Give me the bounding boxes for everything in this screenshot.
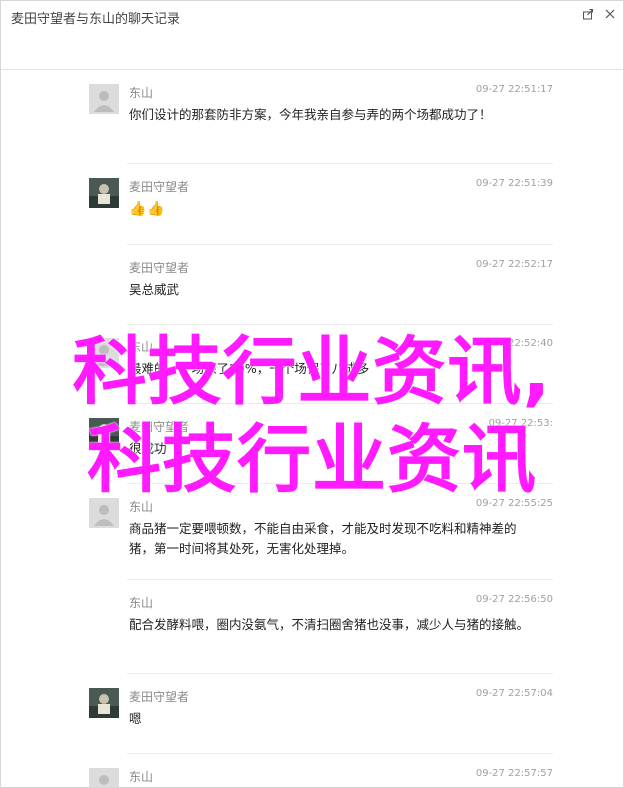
message-time: 09-27 22:57:04 bbox=[475, 688, 553, 699]
message-time: 09-27 22:52:40 bbox=[475, 338, 553, 349]
person-icon bbox=[89, 338, 119, 368]
person-icon bbox=[89, 768, 119, 787]
divider bbox=[127, 483, 553, 484]
message-text: 嗯 bbox=[129, 711, 142, 726]
message-time: 09-27 22:53: bbox=[488, 418, 553, 429]
sender-name: 东山 bbox=[129, 500, 154, 514]
title-bar: 麦田守望者与东山的聊天记录 bbox=[1, 1, 623, 70]
message-text: 最难的一个场保了50%，一个场保了八成多 bbox=[129, 361, 370, 376]
sender-name: 东山 bbox=[129, 596, 154, 610]
window-title: 麦田守望者与东山的聊天记录 bbox=[11, 12, 181, 27]
person-icon bbox=[89, 84, 119, 114]
avatar bbox=[89, 418, 119, 448]
sender-name: 东山 bbox=[129, 770, 154, 784]
avatar bbox=[89, 498, 119, 528]
message-text: 很成功 bbox=[129, 441, 167, 456]
divider bbox=[127, 163, 553, 164]
message-item: 麦田守望者 09-27 22:52:17 吴总威武 bbox=[89, 259, 553, 325]
message-item: 东山 09-27 22:55:25 商品猪一定要喂顿数，不能自由采食，才能及时发… bbox=[89, 498, 553, 580]
avatar bbox=[89, 84, 119, 114]
avatar bbox=[89, 178, 119, 208]
avatar bbox=[89, 768, 119, 787]
sender-name: 麦田守望者 bbox=[129, 690, 190, 704]
sender-name: 东山 bbox=[129, 86, 154, 100]
divider bbox=[127, 244, 553, 245]
close-icon bbox=[604, 5, 616, 24]
sender-name: 麦田守望者 bbox=[129, 180, 190, 194]
chat-history-window: 麦田守望者与东山的聊天记录 东山 09-27 22:51:17 你们设计的那套防… bbox=[0, 0, 624, 788]
message-time: 09-27 22:51:17 bbox=[475, 84, 553, 95]
user-photo bbox=[89, 418, 119, 448]
message-item: 东山 09-27 22:51:17 你们设计的那套防非方案，今年我亲自参与弄的两… bbox=[89, 84, 553, 164]
message-list[interactable]: 东山 09-27 22:51:17 你们设计的那套防非方案，今年我亲自参与弄的两… bbox=[1, 70, 623, 787]
user-photo bbox=[89, 178, 119, 208]
message-text: 吴总威武 bbox=[129, 282, 180, 297]
sender-name: 东山 bbox=[129, 340, 154, 354]
divider bbox=[127, 579, 553, 580]
export-button[interactable] bbox=[579, 5, 597, 23]
person-icon bbox=[89, 498, 119, 528]
message-item: 麦田守望者 09-27 22:57:04 嗯 bbox=[89, 688, 553, 754]
message-time: 09-27 22:52:17 bbox=[475, 259, 553, 270]
message-item: 东山 09-27 22:52:40 最难的一个场保了50%，一个场保了八成多 bbox=[89, 338, 553, 404]
message-text: 配合发酵料喂，圈内没氨气，不清扫圈舍猪也没事，减少人与猪的接触。 bbox=[129, 617, 530, 632]
divider bbox=[127, 673, 553, 674]
avatar bbox=[89, 688, 119, 718]
message-text: 👍👍 bbox=[129, 201, 166, 217]
message-item: 东山 09-27 22:57:57 bbox=[89, 768, 553, 787]
message-item: 麦田守望者 09-27 22:53: 很成功 bbox=[89, 418, 553, 484]
export-icon bbox=[582, 5, 594, 24]
message-item: 东山 09-27 22:56:50 配合发酵料喂，圈内没氨气，不清扫圈舍猪也没事… bbox=[89, 594, 553, 674]
divider bbox=[127, 403, 553, 404]
message-item: 麦田守望者 09-27 22:51:39 👍👍 bbox=[89, 178, 553, 245]
user-photo bbox=[89, 688, 119, 718]
message-time: 09-27 22:56:50 bbox=[475, 594, 553, 605]
message-text: 商品猪一定要喂顿数，不能自由采食，才能及时发现不吃料和精神差的猪，第一时间将其处… bbox=[129, 521, 517, 556]
message-time: 09-27 22:51:39 bbox=[475, 178, 553, 189]
close-button[interactable] bbox=[601, 5, 619, 23]
divider bbox=[127, 324, 553, 325]
message-text: 你们设计的那套防非方案，今年我亲自参与弄的两个场都成功了！ bbox=[129, 107, 492, 122]
sender-name: 麦田守望者 bbox=[129, 261, 190, 275]
avatar bbox=[89, 338, 119, 368]
message-time: 09-27 22:57:57 bbox=[475, 768, 553, 779]
sender-name: 麦田守望者 bbox=[129, 420, 190, 434]
divider bbox=[127, 753, 553, 754]
message-time: 09-27 22:55:25 bbox=[475, 498, 553, 509]
